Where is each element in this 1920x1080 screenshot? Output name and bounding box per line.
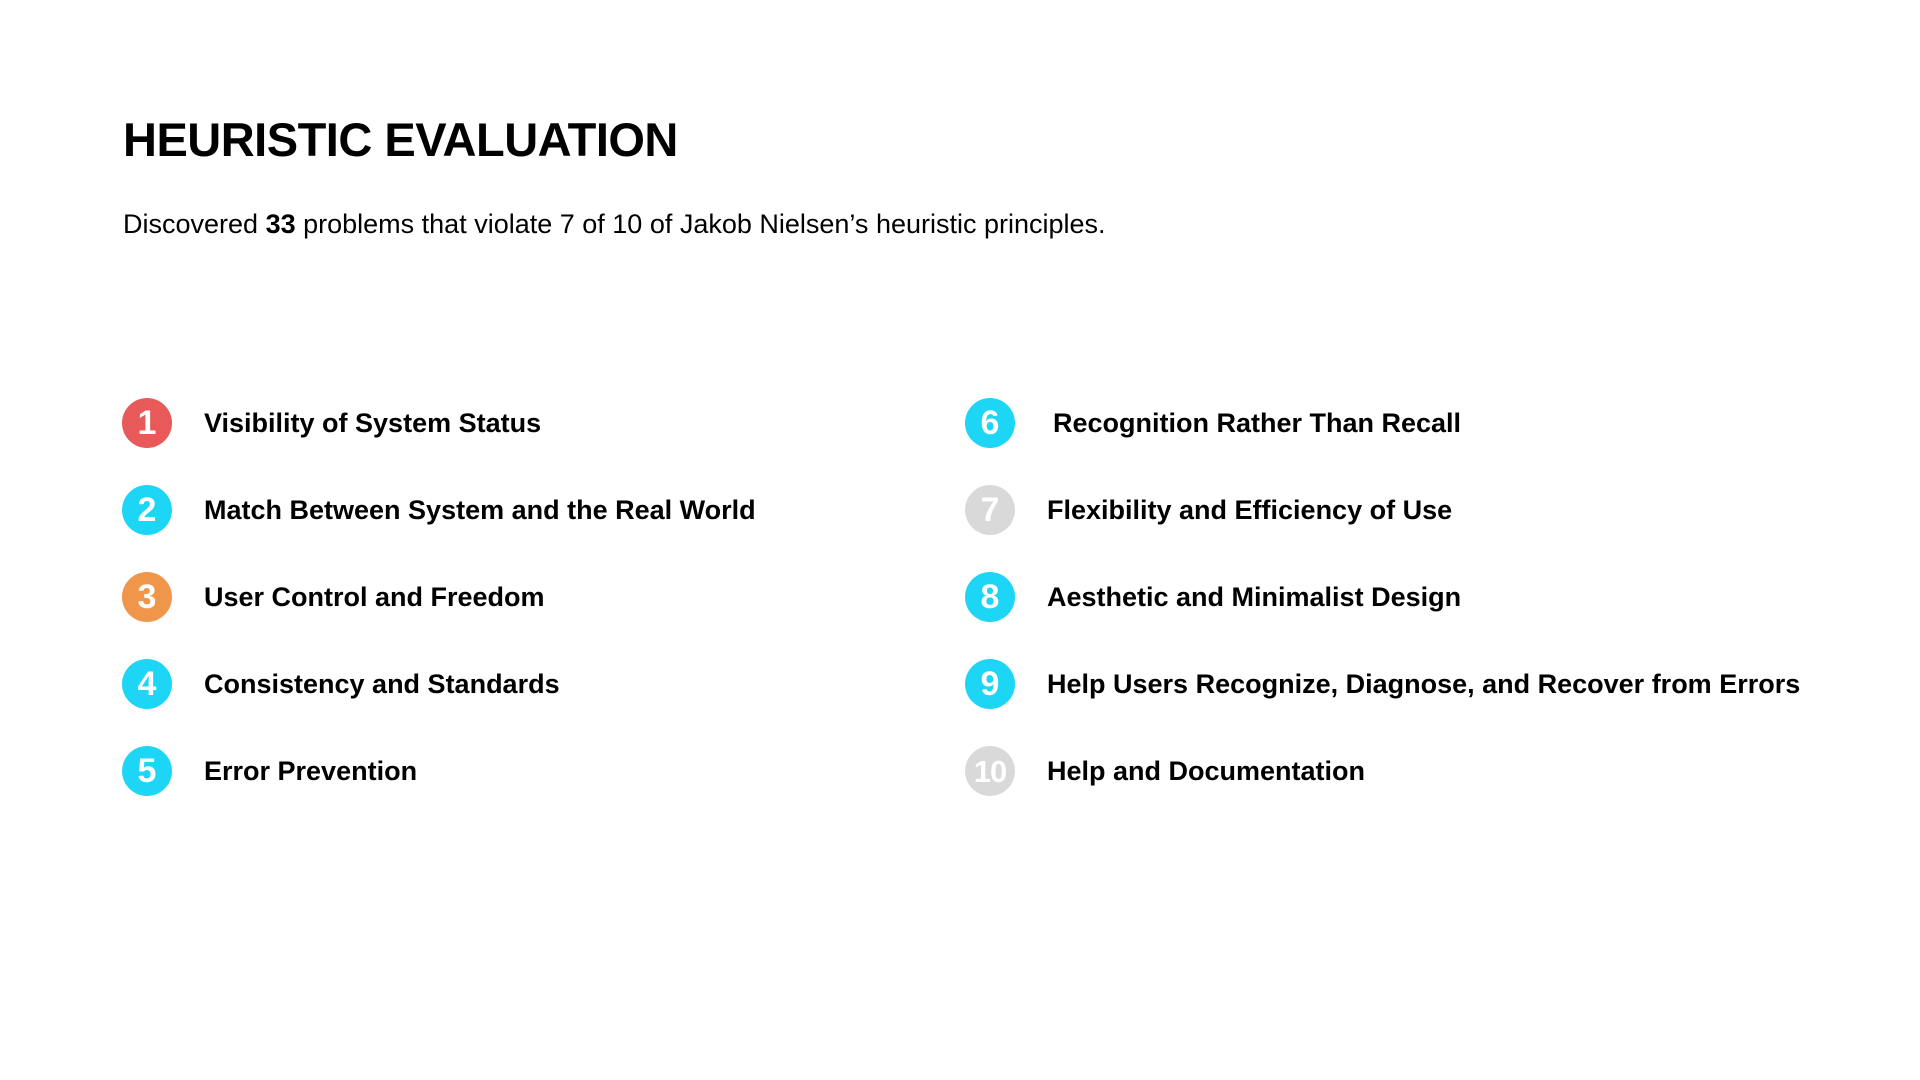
heuristic-label-6: Recognition Rather Than Recall [1053, 407, 1462, 438]
heuristic-label-7: Flexibility and Efficiency of Use [1047, 494, 1453, 525]
heuristic-item-6: 6 Recognition Rather Than Recall [965, 398, 1800, 448]
heuristics-column-left: 1 Visibility of System Status 2 Match Be… [122, 398, 756, 796]
number-badge-1: 1 [122, 398, 172, 448]
heuristic-label-4: Consistency and Standards [204, 668, 560, 699]
heuristic-item-9: 9 Help Users Recognize, Diagnose, and Re… [965, 659, 1800, 709]
number-badge-6: 6 [965, 398, 1015, 448]
number-badge-5: 5 [122, 746, 172, 796]
number-badge-2: 2 [122, 485, 172, 535]
heuristic-label-9: Help Users Recognize, Diagnose, and Reco… [1047, 668, 1801, 699]
number-badge-4: 4 [122, 659, 172, 709]
heuristic-label-3: User Control and Freedom [204, 581, 545, 612]
heuristic-item-3: 3 User Control and Freedom [122, 572, 756, 622]
heuristic-item-7: 7 Flexibility and Efficiency of Use [965, 485, 1800, 535]
number-badge-8: 8 [965, 572, 1015, 622]
heuristic-item-5: 5 Error Prevention [122, 746, 756, 796]
subtitle-prefix: Discovered [123, 209, 266, 239]
heuristic-item-10: 10 Help and Documentation [965, 746, 1800, 796]
heuristics-column-right: 6 Recognition Rather Than Recall 7 Flexi… [965, 398, 1800, 796]
heuristic-label-2: Match Between System and the Real World [204, 494, 756, 525]
problem-count: 33 [265, 209, 296, 239]
heuristic-label-5: Error Prevention [204, 755, 418, 786]
heuristic-label-1: Visibility of System Status [204, 407, 542, 438]
number-badge-3: 3 [122, 572, 172, 622]
slide: HEURISTIC EVALUATION Discovered 33 probl… [0, 0, 1920, 1080]
heuristic-label-8: Aesthetic and Minimalist Design [1047, 581, 1462, 612]
heuristic-label-10: Help and Documentation [1047, 755, 1366, 786]
number-badge-10: 10 [965, 746, 1015, 796]
page-subtitle: Discovered 33 problems that violate 7 of… [123, 208, 1106, 240]
heuristic-item-1: 1 Visibility of System Status [122, 398, 756, 448]
subtitle-suffix: problems that violate 7 of 10 of Jakob N… [295, 209, 1106, 239]
number-badge-7: 7 [965, 485, 1015, 535]
heuristic-item-4: 4 Consistency and Standards [122, 659, 756, 709]
heuristic-item-2: 2 Match Between System and the Real Worl… [122, 485, 756, 535]
number-badge-9: 9 [965, 659, 1015, 709]
heuristic-item-8: 8 Aesthetic and Minimalist Design [965, 572, 1800, 622]
page-title: HEURISTIC EVALUATION [123, 113, 678, 166]
